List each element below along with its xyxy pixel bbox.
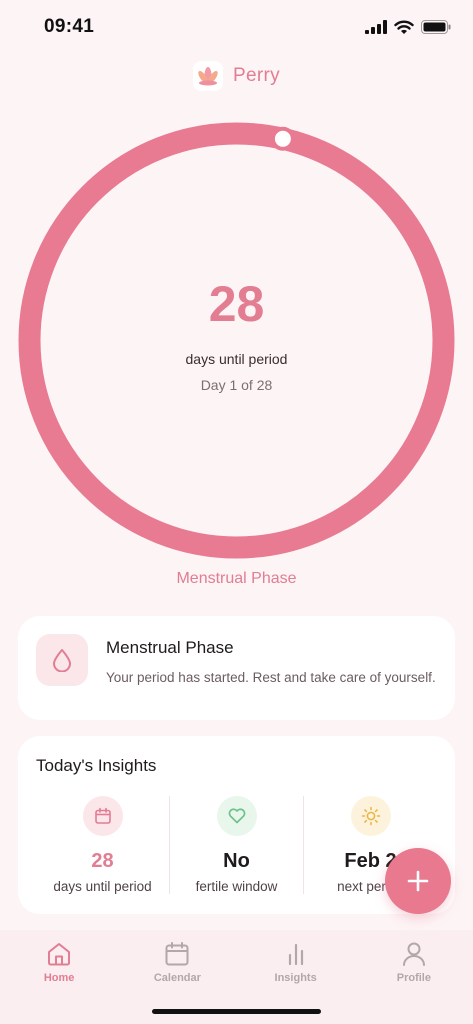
app-name: Perry [233, 65, 280, 86]
signal-icon [365, 20, 387, 34]
tab-label: Calendar [153, 972, 201, 984]
phase-card-description: Your period has started. Rest and take c… [106, 670, 436, 685]
tab-label: Profile [396, 972, 431, 984]
calendar-icon [82, 796, 123, 836]
insight-value: 28 [91, 850, 114, 872]
status-bar: 09:41 [0, 0, 473, 54]
phase-card[interactable]: Menstrual Phase Your period has started.… [18, 616, 455, 720]
insights-row: 28 days until period No fertile window F… [36, 796, 437, 894]
status-time: 09:41 [44, 16, 95, 37]
phase-card-title: Menstrual Phase [106, 638, 234, 657]
insight-days-until-period[interactable]: 28 days until period [36, 796, 170, 894]
sun-icon [350, 796, 391, 836]
app-header: Perry [0, 56, 473, 96]
drop-icon [36, 634, 88, 686]
calendar-icon [165, 942, 189, 966]
current-phase-label: Menstrual Phase [176, 570, 297, 587]
home-indicator [152, 1009, 321, 1014]
lotus-logo-icon [193, 61, 224, 91]
cycle-summary: 28 days until period Day 1 of 28 [18, 122, 455, 559]
plus-icon [407, 870, 429, 892]
insight-value: No [223, 850, 250, 872]
wifi-icon [394, 20, 414, 34]
person-icon [402, 942, 425, 966]
battery-icon [421, 20, 451, 34]
bar-chart-icon [288, 943, 303, 966]
insight-fertile-window[interactable]: No fertile window [170, 796, 304, 894]
insight-label: fertile window [195, 879, 278, 894]
tab-label: Home [43, 972, 75, 984]
tab-profile[interactable]: Profile [369, 940, 459, 1024]
tab-label: Insights [274, 972, 317, 984]
insight-label: days until period [53, 879, 152, 894]
days-until-period-number: 28 [208, 275, 265, 332]
insights-title: Today's Insights [36, 756, 157, 775]
home-icon [48, 943, 71, 966]
tab-home[interactable]: Home [14, 940, 104, 1024]
days-until-period-label: days until period [185, 350, 288, 367]
phase-card-text: Menstrual Phase Your period has started.… [106, 634, 436, 702]
heart-icon [216, 796, 257, 836]
cycle-day-counter: Day 1 of 28 [200, 376, 273, 393]
status-icons [365, 20, 451, 35]
add-log-button[interactable] [385, 848, 451, 914]
